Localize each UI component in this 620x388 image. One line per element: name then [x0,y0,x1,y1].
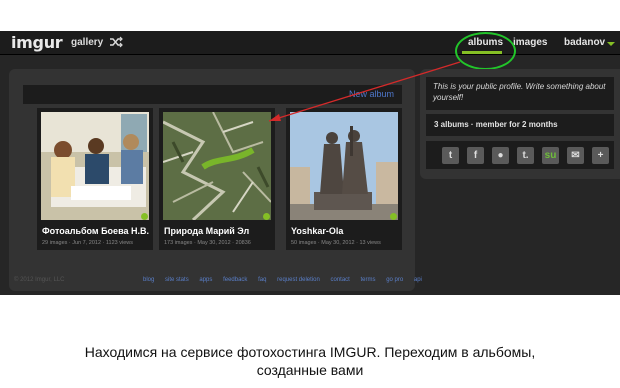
twitter-icon[interactable]: t [442,147,459,164]
footer-link-faq[interactable]: faq [258,277,266,283]
share-icons: t f ● t. su ✉ + [426,141,614,169]
album-title[interactable]: Природа Марий Эл [164,226,249,236]
imgur-screenshot: imgur gallery albums images badanov New … [0,31,620,295]
imgur-logo[interactable]: imgur [11,33,63,52]
album-cover[interactable] [290,112,398,220]
album-cover[interactable] [163,112,271,220]
chevron-down-icon[interactable] [607,42,615,46]
nav-gallery[interactable]: gallery [71,37,103,48]
highlight-ellipse [455,32,516,70]
plus-icon[interactable]: + [592,147,609,164]
albums-toolbar: New album [23,85,402,104]
footer-copyright: © 2012 Imgur, LLC [14,277,65,283]
status-dot [263,213,270,220]
status-dot [141,213,148,220]
profile-stats: 3 albums · member for 2 months [426,114,614,136]
footer-link-contact[interactable]: contact [330,277,349,283]
footer-link-feedback[interactable]: feedback [223,277,247,283]
caption-line-2: созданные вами [256,362,364,378]
slide-caption: Находимся на сервисе фотохостинга IMGUR.… [0,343,620,379]
album-meta: 29 images · Jun 7, 2012 · 1123 views [42,240,134,246]
status-dot [390,213,397,220]
footer-link-site-stats[interactable]: site stats [165,277,189,283]
facebook-icon[interactable]: f [467,147,484,164]
caption-line-1: Находимся на сервисе фотохостинга IMGUR.… [84,344,536,360]
footer-link-terms[interactable]: terms [361,277,376,283]
album-title[interactable]: Yoshkar-Ola [291,226,343,236]
album-meta: 50 images · May 30, 2012 · 13 views [291,240,381,246]
email-icon[interactable]: ✉ [567,147,584,164]
footer-link-go-pro[interactable]: go pro [386,277,403,283]
new-album-link[interactable]: New album [349,89,394,99]
top-nav-bar: imgur gallery albums images badanov [0,31,620,55]
profile-bio[interactable]: This is your public profile. Write somet… [426,77,614,110]
album-card[interactable]: Yoshkar-Ola 50 images · May 30, 2012 · 1… [286,108,402,250]
album-card[interactable]: Фотоальбом Боева Н.В. 29 images · Jun 7,… [37,108,153,250]
user-menu[interactable]: badanov [564,37,605,48]
stumbleupon-icon[interactable]: su [542,147,559,164]
album-cover[interactable] [41,112,149,220]
nav-images[interactable]: images [513,37,547,48]
footer-link-blog[interactable]: blog [143,277,154,283]
footer-link-request-deletion[interactable]: request deletion [277,277,320,283]
shuffle-icon[interactable] [109,35,123,49]
reddit-icon[interactable]: ● [492,147,509,164]
album-meta: 173 images · May 30, 2012 · 20836 [164,240,251,246]
album-card[interactable]: Природа Марий Эл 173 images · May 30, 20… [159,108,275,250]
profile-panel: This is your public profile. Write somet… [420,69,620,179]
footer-links: blog site stats apps feedback faq reques… [143,277,431,283]
album-title[interactable]: Фотоальбом Боева Н.В. [42,226,149,236]
footer-link-apps[interactable]: apps [199,277,212,283]
albums-panel: New album Фотоальбом Боева Н.В. 29 image… [9,69,415,291]
footer-link-api[interactable]: api [414,277,422,283]
tumblr-icon[interactable]: t. [517,147,534,164]
